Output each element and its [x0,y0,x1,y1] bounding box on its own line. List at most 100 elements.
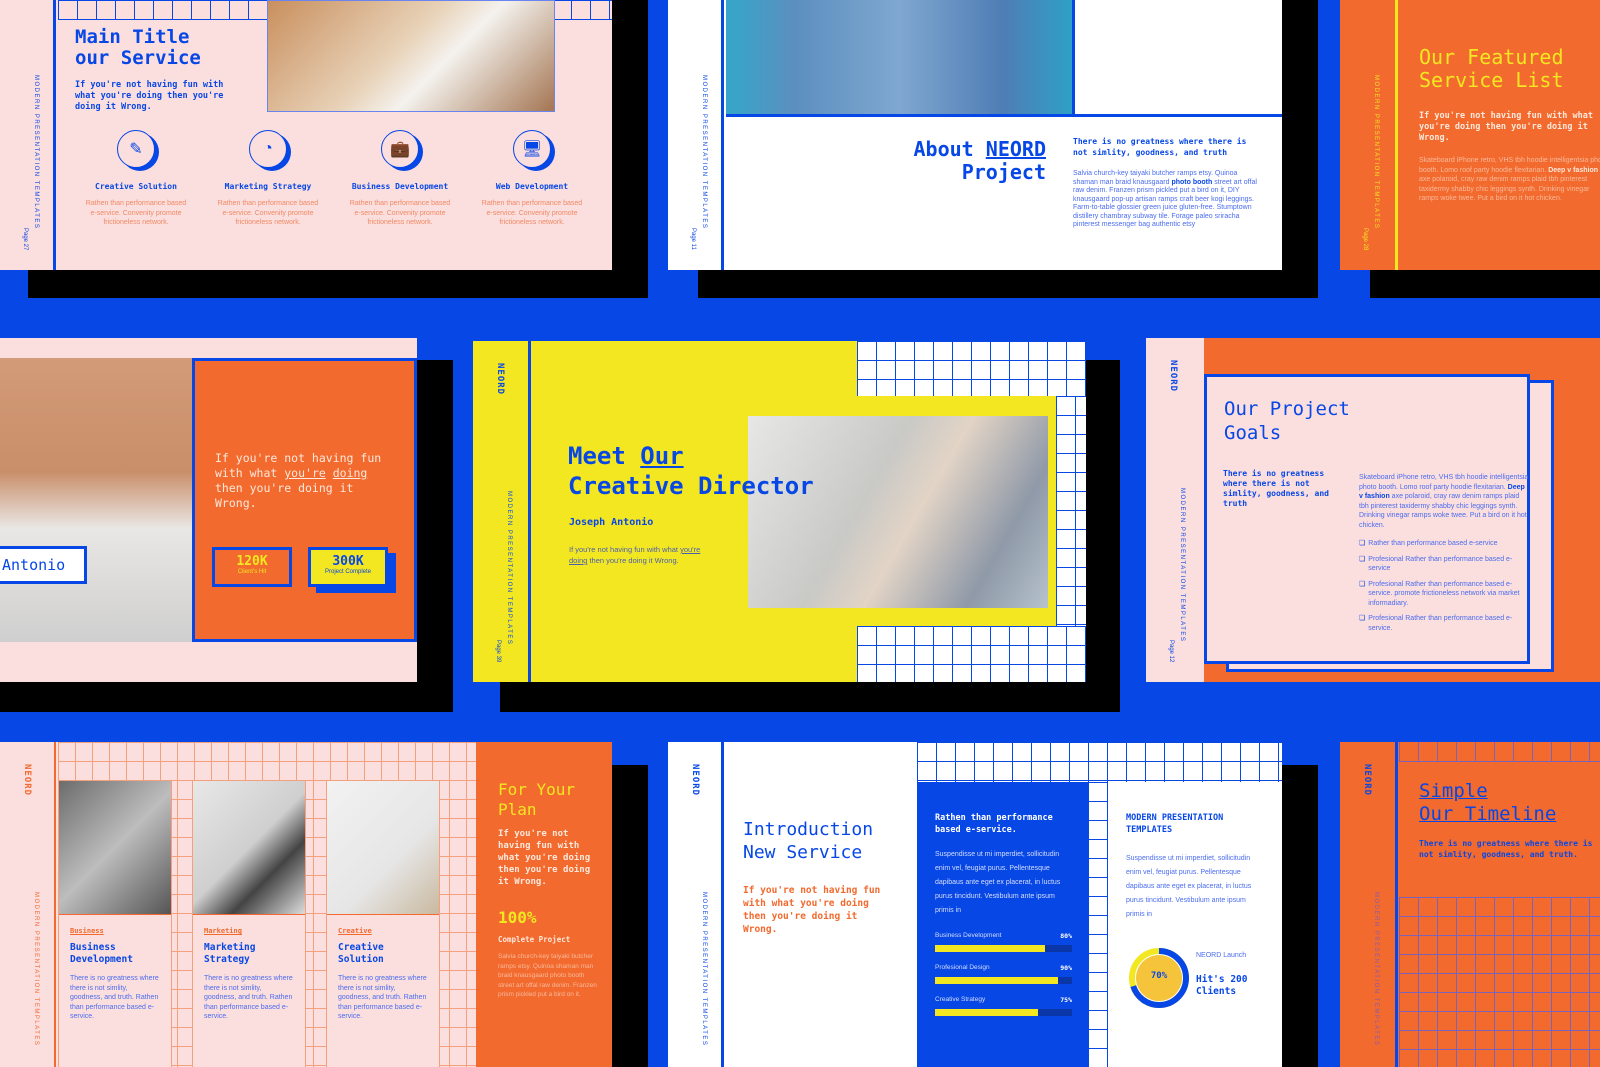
plan-panel: For Your Plan If you're not having fun w… [476,742,612,1067]
skill-track [935,977,1072,984]
quote-panel: If you're not having fun with what you'r… [192,358,417,642]
service-item: ◔ Marketing Strategy Rathen than perform… [202,130,334,228]
plan-percent-label: Complete Project [498,935,571,944]
slide-profile[interactable]: If you're not having fun with what you'r… [0,338,417,682]
divider [726,114,1282,117]
slide-featured[interactable]: MODERN PRESENTATION TEMPLATES Page 28 Ou… [1340,0,1600,270]
stat-projects: 300K Project Complete [308,547,388,587]
briefcase-icon: 💼 [381,130,419,168]
service-text: Rathen than performance based e-service.… [349,200,451,226]
slide-title: Meet Our Creative Director [568,442,814,500]
goals-checklist: ❏ Rather than performance based e-service… [1359,539,1529,639]
checkbox-icon: ❏ [1359,580,1366,588]
grid-pattern [1399,742,1600,762]
card-tag: Marketing [204,927,242,935]
right-body: Suspendisse ut mi imperdiet, sollicitudi… [1126,855,1252,918]
slide-title: Main Title our Service [75,26,201,69]
service-title: Web Development [495,182,569,191]
brand-label: NEORD [1168,360,1178,393]
pie-chart-icon: ◔ [249,130,287,168]
slide-shadow [500,682,1120,712]
service-title: Creative Solution [95,182,177,191]
template-label: MODERN PRESENTATION TEMPLATES [1179,488,1185,643]
monitor-icon: 🖥 [513,130,551,168]
page-number: Page 12 [1168,639,1174,662]
card-text: There is no greatness where there is not… [338,975,427,1020]
card-title: Marketing Strategy [204,942,256,965]
checklist-item: ❏ Profesional Rather than performance bas… [1359,614,1529,633]
slide-title: Introduction New Service [743,819,874,863]
lead-text: There is no greatness where there is not… [1223,469,1329,508]
service-item: 🖥 Web Development Rathen than performanc… [466,130,598,228]
grid-pattern [1399,897,1600,1067]
template-label: MODERN PRESENTATION TEMPLATES [701,75,707,230]
skill-label: Creative Strategy [935,996,986,1003]
skills-panel: Rathen than performance based e-service.… [917,782,1088,1067]
slide-shadow [1282,765,1318,1067]
plan-subtitle: If you're not having fun with what you'r… [498,829,591,887]
service-title: Business Development [351,182,449,191]
slide-title: About NEORD Project [913,137,1046,184]
checklist-item: ❏ Rather than performance based e-service [1359,539,1529,549]
slide-sidebar: MODERN PRESENTATION TEMPLATES Page 28 [1340,0,1398,270]
checkbox-icon: ❏ [1359,540,1366,547]
services-row: ✎ Creative Solution Rathen than performa… [70,130,600,228]
grid-pattern [917,742,1282,782]
slide-timeline[interactable]: NEORD MODERN PRESENTATION TEMPLATES Simp… [1340,742,1600,1067]
skill-track [935,945,1072,952]
card-photo [193,781,305,915]
page-number: Page 27 [22,227,28,250]
grid-pattern [857,626,1086,682]
director-text: If you're not having fun with what you'r… [569,545,701,565]
template-label: MODERN PRESENTATION TEMPLATES [33,75,39,230]
template-label: MODERN PRESENTATION TEMPLATES [701,892,707,1047]
launch-label: NEORD Launch [1196,952,1247,959]
slide-subtitle: If you're not having fun with what you'r… [743,885,881,935]
template-label: MODERN PRESENTATION TEMPLATES [33,892,39,1047]
quote-text: If you're not having fun with what you'r… [215,451,382,510]
skill-bar: Profesional Design 90% [935,964,1072,984]
body-text: Skateboard iPhone retro, VHS tbh hoodie … [1359,474,1529,529]
slide-plan[interactable]: NEORD MODERN PRESENTATION TEMPLATES Busi… [0,742,612,1067]
brand-label: NEORD [22,764,32,797]
slide-goals[interactable]: NEORD MODERN PRESENTATION TEMPLATES Page… [1146,338,1600,682]
slide-intro[interactable]: NEORD MODERN PRESENTATION TEMPLATES Intr… [668,742,1282,1067]
plan-card: Creative Creative Solution There is no g… [326,780,440,1067]
checklist-item: ❏ Profesional Rather than performance bas… [1359,555,1529,574]
slide-director[interactable]: NEORD MODERN PRESENTATION TEMPLATES Page… [473,338,1086,682]
skill-label: Profesional Design [935,964,990,971]
grid-pattern [857,341,1086,396]
plan-title: For Your Plan [498,780,576,819]
denim-jacket-photo [726,0,1072,116]
service-text: Rathen than performance based e-service.… [481,200,583,226]
card-text: There is no greatness where there is not… [70,975,159,1020]
service-title: Marketing Strategy [224,182,312,191]
checklist-text: Profesional Rather than performance base… [1368,555,1513,573]
brand-label: NEORD [1362,764,1372,797]
slide-sidebar: MODERN PRESENTATION TEMPLATES Page 27 [0,0,56,270]
divider [1072,0,1075,116]
desk-photo [267,0,555,112]
slide-about[interactable]: MODERN PRESENTATION TEMPLATES Page 11 Ab… [668,0,1282,270]
skill-value: 90% [1060,964,1072,972]
grid-pattern [1056,396,1086,626]
service-item: 💼 Business Development Rathen than perfo… [334,130,466,228]
slide-subtitle: If you're not having fun with what you'r… [75,80,224,112]
skill-value: 80% [1060,932,1072,940]
slide-service[interactable]: MODERN PRESENTATION TEMPLATES Page 27 Ma… [0,0,612,270]
service-text: Rathen than performance based e-service.… [85,200,187,226]
slide-sidebar: NEORD MODERN PRESENTATION TEMPLATES [668,742,724,1067]
panel-title: Rathen than performance based e-service. [935,813,1053,835]
slide-shadow [612,765,648,1067]
slide-title: Our Featured Service List [1419,45,1564,92]
brand-label: NEORD [690,764,700,797]
right-title: MODERN PRESENTATION TEMPLATES [1126,813,1224,835]
template-label: MODERN PRESENTATION TEMPLATES [1373,75,1379,230]
slide-shadow [1282,0,1318,298]
slide-shadow [1086,360,1120,712]
skill-fill [935,977,1059,984]
brand-label: NEORD [495,363,505,396]
card-photo [59,781,171,915]
checkbox-icon: ❏ [1359,615,1366,622]
checklist-text: Profesional Rather than performance base… [1368,615,1513,632]
